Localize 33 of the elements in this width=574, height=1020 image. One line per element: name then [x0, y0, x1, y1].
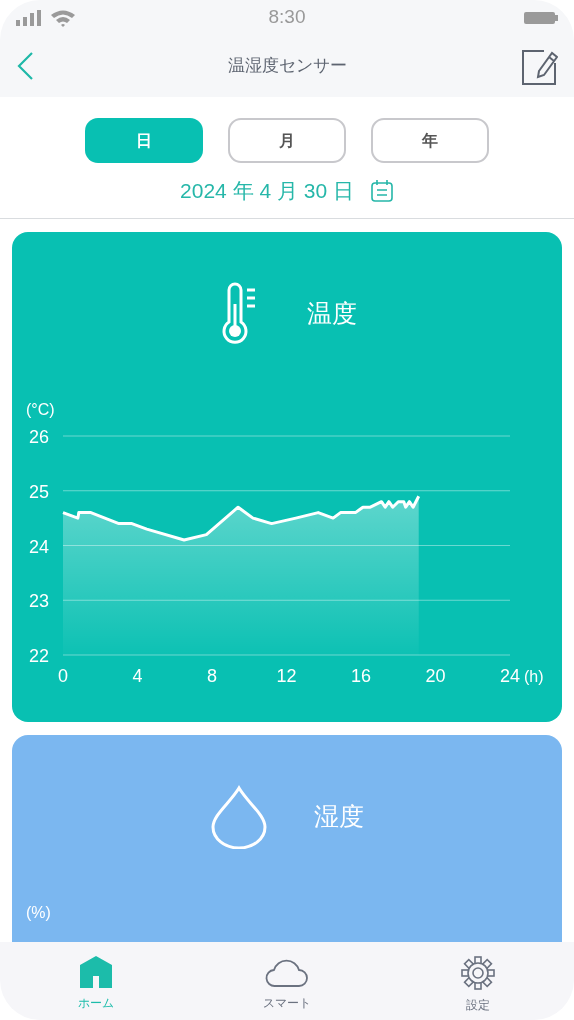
- x-tick-label: 24: [500, 666, 520, 686]
- y-tick-label: 23: [29, 591, 50, 612]
- x-tick-label: 8: [207, 666, 217, 686]
- x-tick-label: 12: [276, 666, 297, 686]
- date-label: 2024 年 4 月 30 日: [180, 177, 354, 204]
- back-icon: [16, 51, 34, 81]
- screen-title: 温湿度センサー: [227, 55, 347, 78]
- wifi-icon: [50, 8, 76, 27]
- card-title: 湿度: [314, 800, 364, 832]
- x-tick-label: 20: [425, 666, 446, 686]
- tab-bar-item[interactable]: 設定: [433, 956, 524, 1014]
- axis-unit-label: (h): [524, 668, 544, 685]
- home-icon: [79, 956, 112, 988]
- unit-label: (°C): [26, 400, 55, 420]
- period-tab[interactable]: 年: [371, 118, 489, 163]
- y-tick-label: 22: [29, 646, 50, 666]
- status-time: 8:30: [268, 5, 306, 30]
- unit-label: (%): [26, 903, 51, 923]
- calendar-icon[interactable]: [369, 178, 394, 203]
- x-tick-label: 4: [132, 666, 143, 686]
- x-tick-label: 16: [351, 666, 371, 686]
- y-tick-label: 26: [29, 427, 50, 447]
- water-drop-icon: [210, 784, 268, 849]
- y-tick-label: 24: [29, 536, 50, 557]
- period-tab[interactable]: 月: [228, 118, 346, 163]
- card-title: 温度: [307, 297, 357, 329]
- signal-icon: [16, 9, 42, 26]
- y-tick-label: 25: [29, 481, 50, 502]
- x-tick-label: 0: [58, 666, 68, 686]
- battery-icon: [524, 10, 558, 25]
- tab-bar-item[interactable]: スマート: [242, 956, 332, 1012]
- settings-icon: [461, 956, 496, 990]
- edit-icon: [522, 47, 558, 85]
